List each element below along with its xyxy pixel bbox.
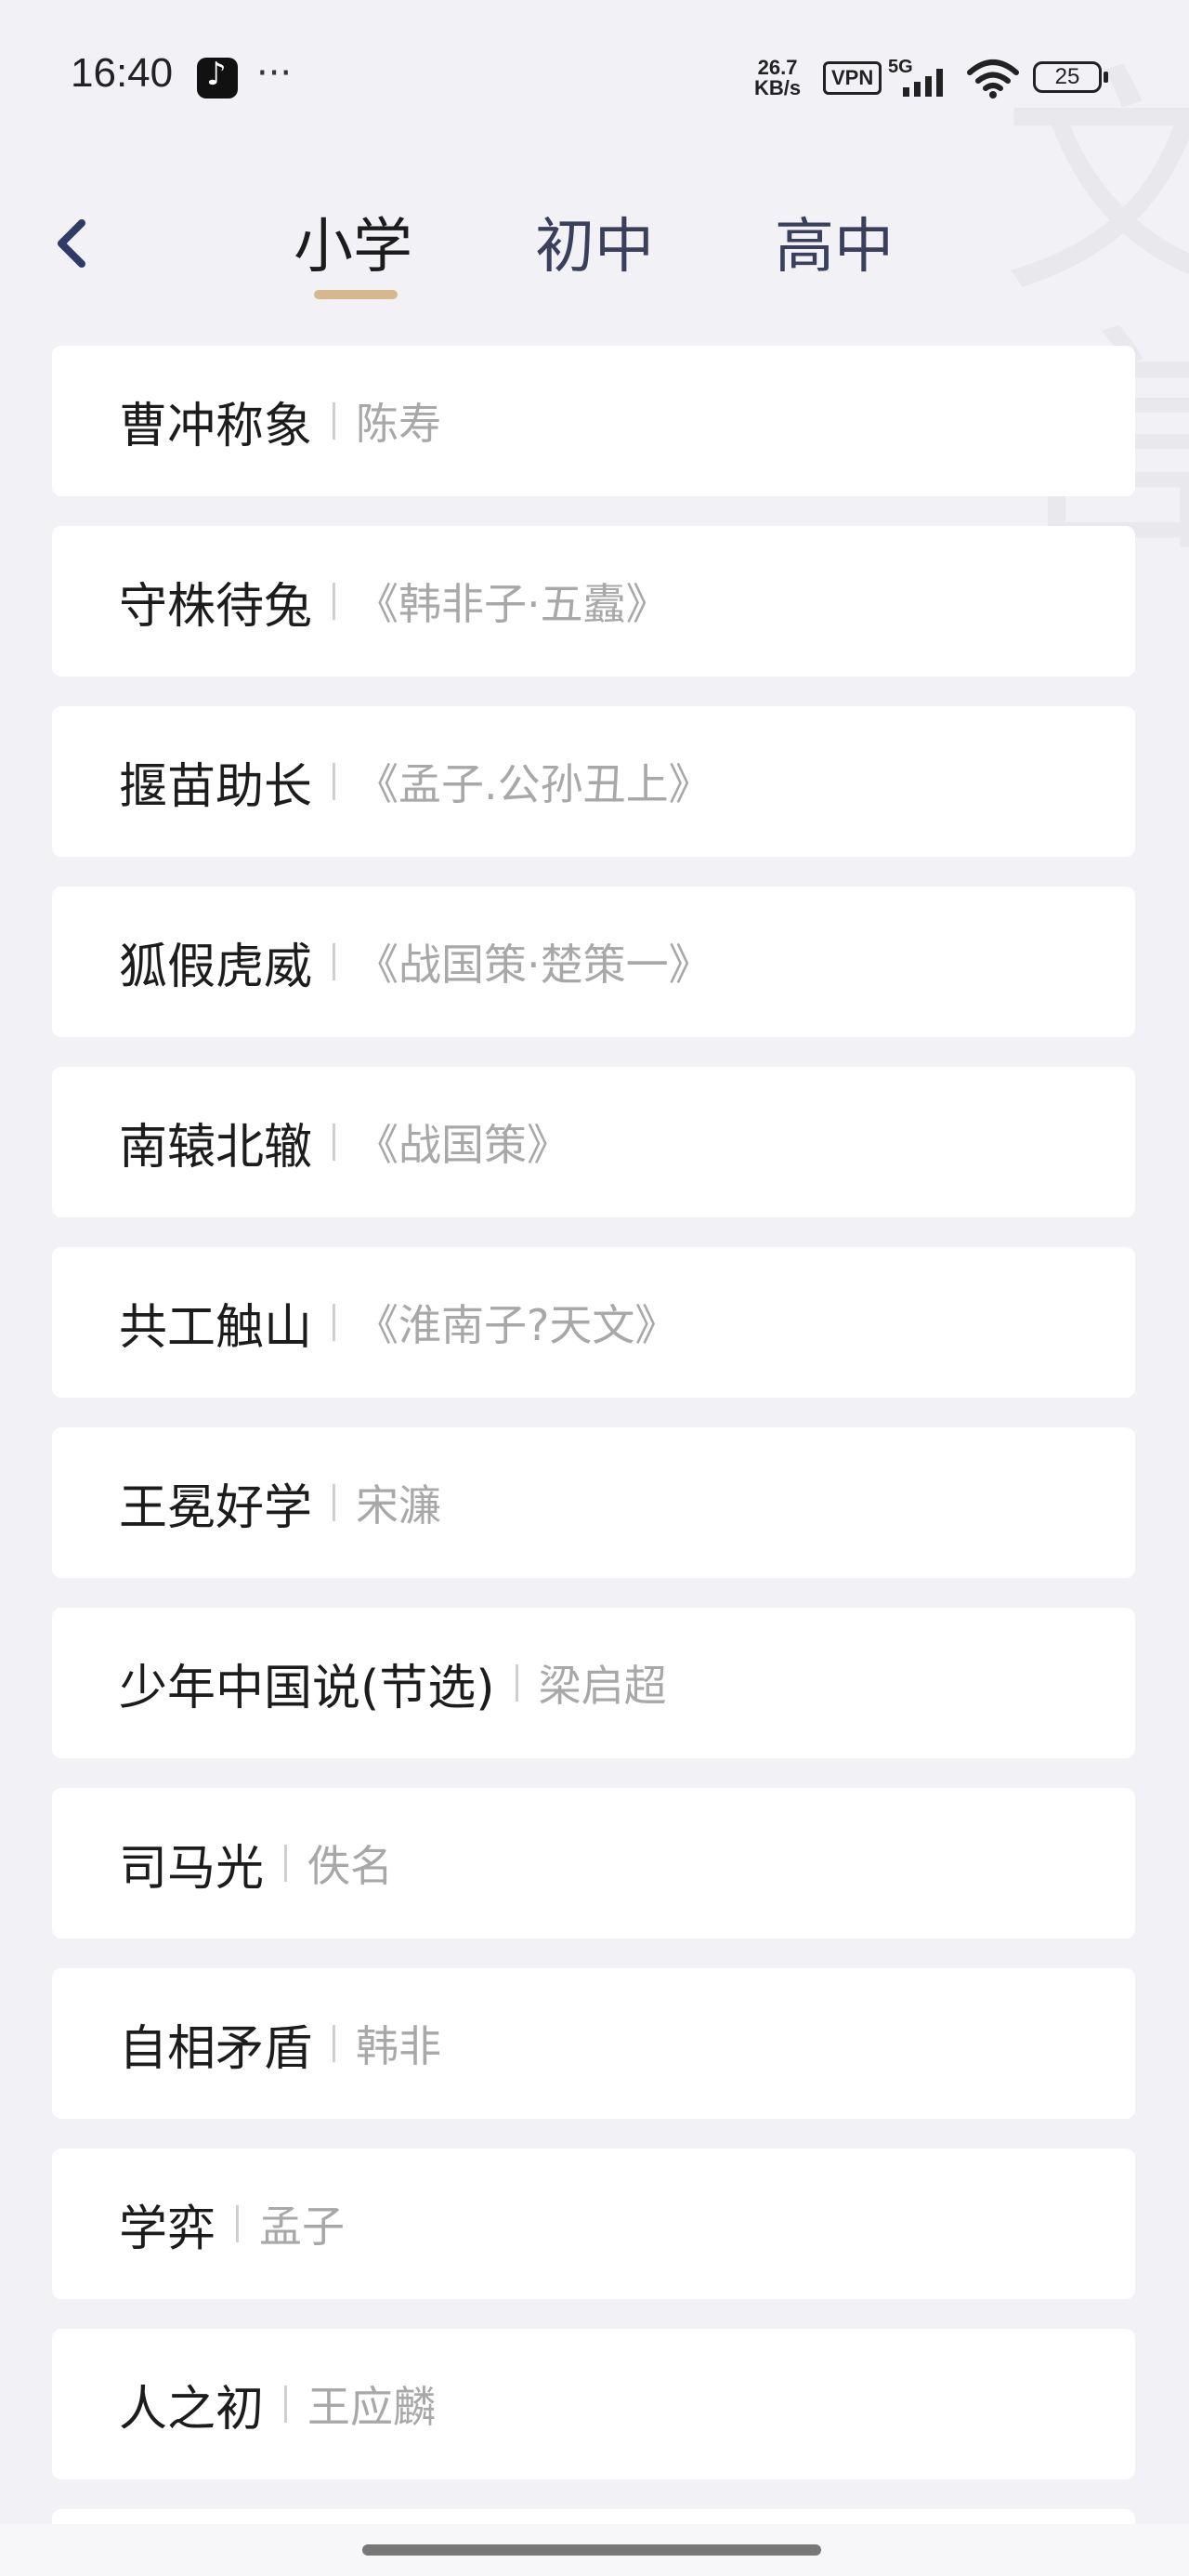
item-title: 少年中国说(节选) bbox=[119, 1660, 495, 1716]
tiktok-icon bbox=[197, 56, 238, 99]
item-title: 司马光 bbox=[119, 1840, 265, 1897]
net-speed: 26.7 KB/s bbox=[754, 58, 801, 99]
home-indicator[interactable] bbox=[362, 2544, 821, 2556]
status-bar: 16:40 ··· 26.7 KB/s VPN 5G 25 bbox=[0, 0, 1189, 158]
network-type: 5G bbox=[888, 57, 913, 77]
item-source: 《战国策·楚策一》 bbox=[356, 940, 712, 990]
list-item[interactable]: 少年中国说(节选) 梁启超 bbox=[52, 1608, 1135, 1758]
item-source: 梁启超 bbox=[538, 1661, 667, 1711]
list-item[interactable]: 南辕北辙 《战国策》 bbox=[52, 1067, 1135, 1217]
tab-high-school[interactable]: 高中 bbox=[775, 199, 894, 284]
header: 小学 初中 高中 bbox=[0, 158, 1189, 325]
list-item[interactable]: 自相矛盾 韩非 bbox=[52, 1968, 1135, 2119]
item-title: 曹冲称象 bbox=[119, 398, 313, 454]
item-title: 揠苗助长 bbox=[119, 758, 313, 815]
list-item[interactable]: 共工触山 《淮南子?天文》 bbox=[52, 1247, 1135, 1398]
item-title: 南辕北辙 bbox=[119, 1119, 313, 1176]
active-tab-indicator bbox=[314, 290, 398, 299]
divider bbox=[333, 763, 336, 800]
divider bbox=[333, 583, 336, 620]
item-title: 守株待兔 bbox=[119, 578, 313, 635]
divider bbox=[333, 402, 336, 440]
list-item[interactable]: 王冕好学 宋濂 bbox=[52, 1427, 1135, 1578]
net-speed-unit: KB/s bbox=[754, 76, 802, 99]
list-item[interactable]: 狐假虎威 《战国策·楚策一》 bbox=[52, 887, 1135, 1037]
divider bbox=[333, 1484, 336, 1521]
list-item[interactable]: 人之初 王应麟 bbox=[52, 2329, 1135, 2479]
divider bbox=[333, 943, 336, 980]
item-source: 孟子 bbox=[259, 2201, 346, 2252]
battery-icon: 25 bbox=[1033, 61, 1108, 93]
list-item[interactable]: 守株待兔 《韩非子·五蠹》 bbox=[52, 526, 1135, 677]
divider bbox=[284, 2385, 288, 2423]
item-title: 王冕好学 bbox=[119, 1479, 313, 1536]
item-source: 王应麟 bbox=[307, 2382, 437, 2432]
wifi-icon bbox=[967, 59, 1019, 99]
more-notifications-icon: ··· bbox=[256, 52, 293, 95]
item-source: 《淮南子?天文》 bbox=[356, 1300, 678, 1350]
list-item[interactable]: 学弈 孟子 bbox=[52, 2149, 1135, 2299]
divider bbox=[333, 1304, 336, 1341]
vpn-badge: VPN bbox=[823, 61, 882, 95]
status-time: 16:40 bbox=[71, 50, 174, 96]
signal-5g-icon: 5G bbox=[888, 57, 943, 97]
tab-middle-school[interactable]: 初中 bbox=[535, 199, 654, 284]
list-item[interactable]: 曹冲称象 陈寿 bbox=[52, 346, 1135, 496]
item-title: 狐假虎威 bbox=[119, 939, 313, 995]
item-source: 《战国策》 bbox=[356, 1120, 570, 1170]
item-source: 《孟子.公孙丑上》 bbox=[356, 759, 712, 809]
divider bbox=[284, 1845, 288, 1882]
item-source: 宋濂 bbox=[356, 1480, 442, 1531]
divider bbox=[515, 1664, 518, 1702]
divider bbox=[333, 2025, 336, 2062]
item-title: 人之初 bbox=[119, 2381, 265, 2438]
item-source: 韩非 bbox=[356, 2021, 442, 2071]
item-title: 学弈 bbox=[119, 2201, 216, 2257]
item-source: 陈寿 bbox=[356, 399, 442, 449]
item-source: 佚名 bbox=[307, 1841, 394, 1891]
item-title: 共工触山 bbox=[119, 1299, 313, 1356]
tab-primary-school[interactable]: 小学 bbox=[294, 199, 412, 284]
list-item[interactable]: 揠苗助长 《孟子.公孙丑上》 bbox=[52, 706, 1135, 857]
back-arrow-icon[interactable] bbox=[45, 204, 100, 279]
net-speed-value: 26.7 bbox=[757, 56, 798, 79]
divider bbox=[333, 1124, 336, 1161]
item-title: 自相矛盾 bbox=[119, 2020, 313, 2077]
divider bbox=[236, 2205, 240, 2242]
list-item[interactable]: 司马光 佚名 bbox=[52, 1788, 1135, 1939]
item-source: 《韩非子·五蠹》 bbox=[356, 579, 669, 629]
lesson-list: 曹冲称象 陈寿 守株待兔 《韩非子·五蠹》 揠苗助长 《孟子.公孙丑上》 狐假虎… bbox=[52, 346, 1135, 2546]
